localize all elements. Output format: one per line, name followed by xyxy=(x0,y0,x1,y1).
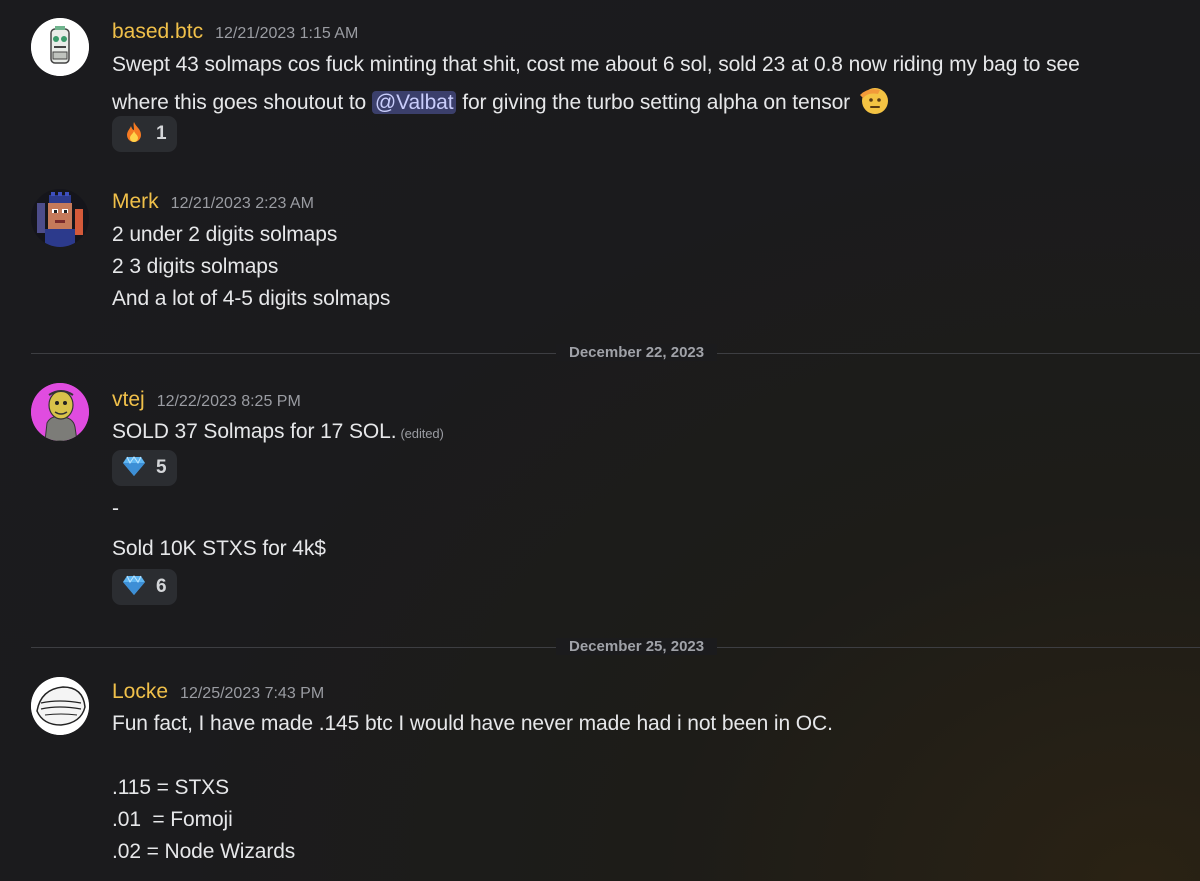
message-text-line: .02 = Node Wizards xyxy=(112,840,296,863)
message-text: where this goes shoutout to xyxy=(112,91,372,114)
timestamp: 12/21/2023 2:23 AM xyxy=(170,195,314,212)
reaction-button[interactable]: 1 xyxy=(112,116,177,152)
message-text-line: SOLD 37 Solmaps for 17 SOL. (edited) xyxy=(112,420,444,444)
message-text-line: .115 = STXS xyxy=(112,776,229,799)
avatar[interactable] xyxy=(31,677,89,735)
avatar-image xyxy=(31,383,89,441)
reaction-count: 5 xyxy=(156,457,167,478)
reaction-count: 6 xyxy=(156,576,167,597)
avatar[interactable] xyxy=(31,18,89,76)
message-text: for giving the turbo setting alpha on te… xyxy=(456,91,851,114)
date-divider-label: December 22, 2023 xyxy=(556,344,718,361)
avatar[interactable] xyxy=(31,189,89,247)
fire-emoji-icon xyxy=(122,120,146,149)
user-mention[interactable]: @Valbat xyxy=(371,91,457,114)
message-text-line: And a lot of 4-5 digits solmaps xyxy=(112,287,391,310)
username[interactable]: vtej xyxy=(112,388,145,412)
date-divider-label: December 25, 2023 xyxy=(556,638,718,655)
message-text-line: - xyxy=(112,497,119,520)
message-text-line: 2 under 2 digits solmaps xyxy=(112,223,338,246)
reaction-button[interactable]: 5 xyxy=(112,450,177,486)
timestamp: 12/25/2023 7:43 PM xyxy=(180,685,325,702)
gem-emoji-icon xyxy=(122,455,146,482)
timestamp: 12/21/2023 1:15 AM xyxy=(215,25,359,42)
avatar-image xyxy=(31,18,89,76)
saluting-face-emoji-icon xyxy=(858,85,890,121)
avatar-image xyxy=(31,677,89,735)
message-text-line: Sold 10K STXS for 4k$ xyxy=(112,537,326,560)
message-text-line: 2 3 digits solmaps xyxy=(112,255,279,278)
reaction-button[interactable]: 6 xyxy=(112,569,177,605)
message-text-line: Swept 43 solmaps cos fuck minting that s… xyxy=(112,53,1080,76)
username[interactable]: based.btc xyxy=(112,20,203,44)
edited-label: (edited) xyxy=(400,426,444,441)
gem-emoji-icon xyxy=(122,574,146,601)
message-text-line: where this goes shoutout to @Valbat for … xyxy=(112,85,890,121)
message-text-line: Fun fact, I have made .145 btc I would h… xyxy=(112,712,833,735)
timestamp: 12/22/2023 8:25 PM xyxy=(156,393,301,410)
message-text-line: .01 = Fomoji xyxy=(112,808,233,831)
username[interactable]: Locke xyxy=(112,680,168,704)
message-text: SOLD 37 Solmaps for 17 SOL. xyxy=(112,420,397,443)
avatar[interactable] xyxy=(31,383,89,441)
username[interactable]: Merk xyxy=(112,190,159,214)
avatar-image xyxy=(31,189,89,247)
reaction-count: 1 xyxy=(156,123,167,144)
